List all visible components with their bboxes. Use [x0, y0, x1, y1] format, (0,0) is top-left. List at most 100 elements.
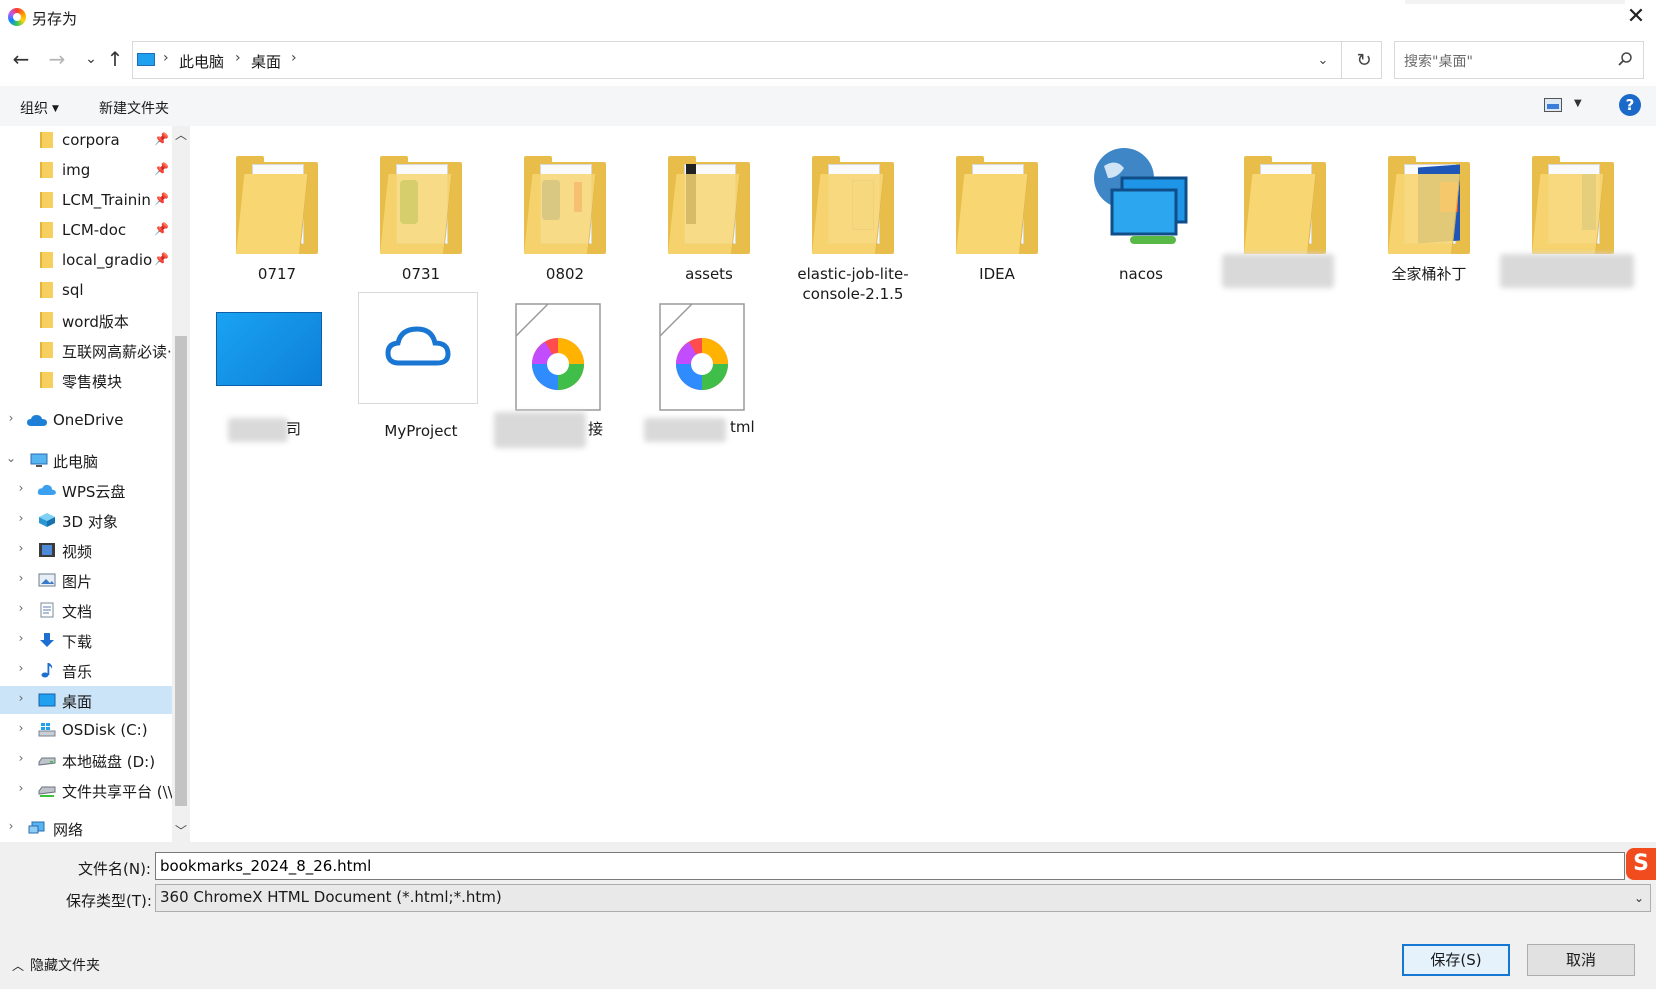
breadcrumb-this-pc[interactable]: 此电脑 — [179, 51, 224, 72]
expand-chevron-icon[interactable]: › — [14, 781, 28, 795]
tree-scrollbar[interactable]: ︿ ﹀ — [172, 126, 190, 842]
back-button[interactable]: ← — [8, 46, 34, 72]
file-item-0717[interactable]: 0717 — [214, 134, 340, 294]
recent-locations-button[interactable]: ⌄ — [78, 46, 104, 72]
file-item-myproject[interactable] — [358, 292, 478, 404]
file-item-elastic-job[interactable]: elastic-job-lite-console-2.1.5 — [790, 134, 916, 303]
file-item-0802[interactable]: 0802 — [502, 134, 628, 294]
tree-item-downloads[interactable]: › 下载 — [0, 626, 172, 654]
breadcrumb-separator: › — [291, 50, 297, 66]
expand-chevron-icon[interactable]: › — [14, 481, 28, 495]
address-dropdown-icon[interactable]: ⌄ — [1311, 50, 1335, 72]
expand-chevron-icon[interactable]: › — [4, 411, 18, 425]
breadcrumb-desktop[interactable]: 桌面 — [251, 51, 281, 72]
tree-item-retail[interactable]: 零售模块 — [0, 366, 172, 394]
scroll-down-arrow-icon[interactable]: ﹀ — [174, 824, 188, 838]
file-item-shortcut[interactable]: 司 — [214, 292, 340, 452]
expand-chevron-icon[interactable]: › — [14, 541, 28, 555]
tree-item-d-drive[interactable]: › 本地磁盘 (D:) — [0, 746, 172, 774]
expand-chevron-icon[interactable]: › — [14, 601, 28, 615]
organize-menu[interactable]: 组织 ▼ — [20, 98, 59, 118]
file-view[interactable]: 0717 0731 0802 assets elastic-job-lite-c… — [190, 126, 1656, 842]
3d-cube-icon — [39, 513, 55, 527]
expand-chevron-icon[interactable]: › — [14, 631, 28, 645]
hard-drive-icon — [38, 757, 56, 766]
cancel-button[interactable]: 取消 — [1527, 944, 1635, 976]
view-mode-icon[interactable] — [1544, 98, 1562, 112]
title-bar: 另存为 ✕ — [0, 0, 1656, 36]
help-icon[interactable]: ? — [1619, 94, 1641, 116]
tree-item-lcm-trainin[interactable]: LCM_Trainin 📌 — [0, 186, 172, 214]
filename-input[interactable] — [155, 852, 1625, 880]
expand-chevron-icon[interactable]: › — [14, 571, 28, 585]
tree-item-label: 图片 — [62, 573, 93, 591]
tree-item-pictures[interactable]: › 图片 — [0, 566, 172, 594]
file-item-html-2[interactable]: tml — [644, 292, 772, 452]
search-input[interactable]: 搜索"桌面" — [1394, 41, 1644, 79]
video-film-icon — [39, 543, 55, 557]
tree-item-desktop[interactable]: › 桌面 — [0, 686, 172, 714]
tree-item-internet[interactable]: 互联网高薪必读· — [0, 336, 172, 364]
tree-item-local-gradio[interactable]: local_gradio 📌 — [0, 246, 172, 274]
tree-item-music[interactable]: › 音乐 — [0, 656, 172, 684]
html-file-360-icon — [515, 303, 601, 411]
hide-folders-toggle[interactable]: ︿ 隐藏文件夹 — [12, 955, 100, 975]
tree-item-wps-cloud[interactable]: › WPS云盘 — [0, 476, 172, 504]
faint-strip — [1405, 0, 1625, 4]
chevron-up-icon: ︿ — [12, 959, 25, 973]
expand-chevron-icon[interactable]: › — [14, 661, 28, 675]
file-item-blurred-folder-2[interactable] — [1500, 134, 1636, 294]
expand-chevron-icon[interactable]: › — [14, 691, 28, 705]
scroll-up-arrow-icon[interactable]: ︿ — [174, 128, 188, 142]
tree-item-this-pc[interactable]: ⌄ 此电脑 — [0, 446, 172, 474]
up-button[interactable]: ↑ — [102, 46, 128, 72]
app-logo-icon — [8, 8, 26, 26]
file-item-assets[interactable]: assets — [646, 134, 772, 294]
tree-item-onedrive[interactable]: › OneDrive — [0, 406, 172, 434]
file-name: 0731 — [401, 265, 441, 283]
tree-item-word[interactable]: word版本 — [0, 306, 172, 334]
file-item-html-1[interactable]: 接 — [494, 292, 628, 452]
scrollbar-thumb[interactable] — [175, 336, 187, 806]
close-button[interactable]: ✕ — [1622, 4, 1650, 32]
chevron-down-icon: ⌄ — [1633, 891, 1644, 905]
file-item-0731[interactable]: 0731 — [358, 134, 484, 294]
tree-item-3d-objects[interactable]: › 3D 对象 — [0, 506, 172, 534]
folder-icon — [370, 144, 472, 254]
tree-item-c-drive[interactable]: › OSDisk (C:) — [0, 716, 172, 744]
tree-item-network-share[interactable]: › 文件共享平台 (\\ — [0, 776, 172, 804]
tree-item-network[interactable]: › 网络 — [0, 814, 172, 842]
navigation-pane[interactable]: corpora 📌 img 📌 LCM_Trainin 📌 LCM-doc 📌 … — [0, 126, 172, 842]
desktop-thumbnail-icon — [216, 312, 322, 386]
view-caret-icon[interactable]: ▼ — [1574, 98, 1582, 109]
file-item-idea[interactable]: IDEA — [934, 134, 1060, 294]
save-button[interactable]: 保存(S) — [1402, 944, 1510, 976]
expand-chevron-icon[interactable]: › — [14, 751, 28, 765]
tree-item-documents[interactable]: › 文档 — [0, 596, 172, 624]
tree-item-label: 本地磁盘 (D:) — [62, 753, 156, 771]
folder-icon — [1522, 144, 1624, 254]
tree-item-corpora[interactable]: corpora 📌 — [0, 126, 172, 154]
search-icon[interactable] — [1617, 51, 1633, 67]
tree-item-img[interactable]: img 📌 — [0, 156, 172, 184]
refresh-button[interactable]: ↻ — [1351, 48, 1377, 74]
file-item-nacos[interactable]: nacos — [1078, 134, 1204, 294]
address-bar[interactable]: › 此电脑 › 桌面 › ⌄ ↻ — [132, 41, 1382, 79]
tree-item-sql[interactable]: sql — [0, 276, 172, 304]
expand-chevron-icon[interactable]: › — [14, 721, 28, 735]
sogou-ime-icon[interactable]: S — [1626, 848, 1656, 880]
file-name: elastic-job-lite-console-2.1.5 — [797, 265, 909, 303]
expand-chevron-icon[interactable]: › — [14, 511, 28, 525]
filename-label: 文件名(N): — [78, 860, 151, 878]
file-item-patch[interactable]: 全家桶补丁 — [1366, 134, 1492, 294]
filetype-select[interactable]: 360 ChromeX HTML Document (*.html;*.htm)… — [155, 884, 1651, 912]
file-item-blurred-folder[interactable] — [1222, 134, 1348, 294]
expand-chevron-icon[interactable]: › — [4, 819, 18, 833]
tree-item-label: OSDisk (C:) — [62, 721, 148, 739]
tree-item-lcm-doc[interactable]: LCM-doc 📌 — [0, 216, 172, 244]
new-folder-button[interactable]: 新建文件夹 — [99, 98, 169, 118]
forward-button[interactable]: → — [44, 46, 70, 72]
tree-item-label: sql — [62, 281, 84, 299]
tree-item-videos[interactable]: › 视频 — [0, 536, 172, 564]
collapse-chevron-icon[interactable]: ⌄ — [4, 451, 18, 465]
